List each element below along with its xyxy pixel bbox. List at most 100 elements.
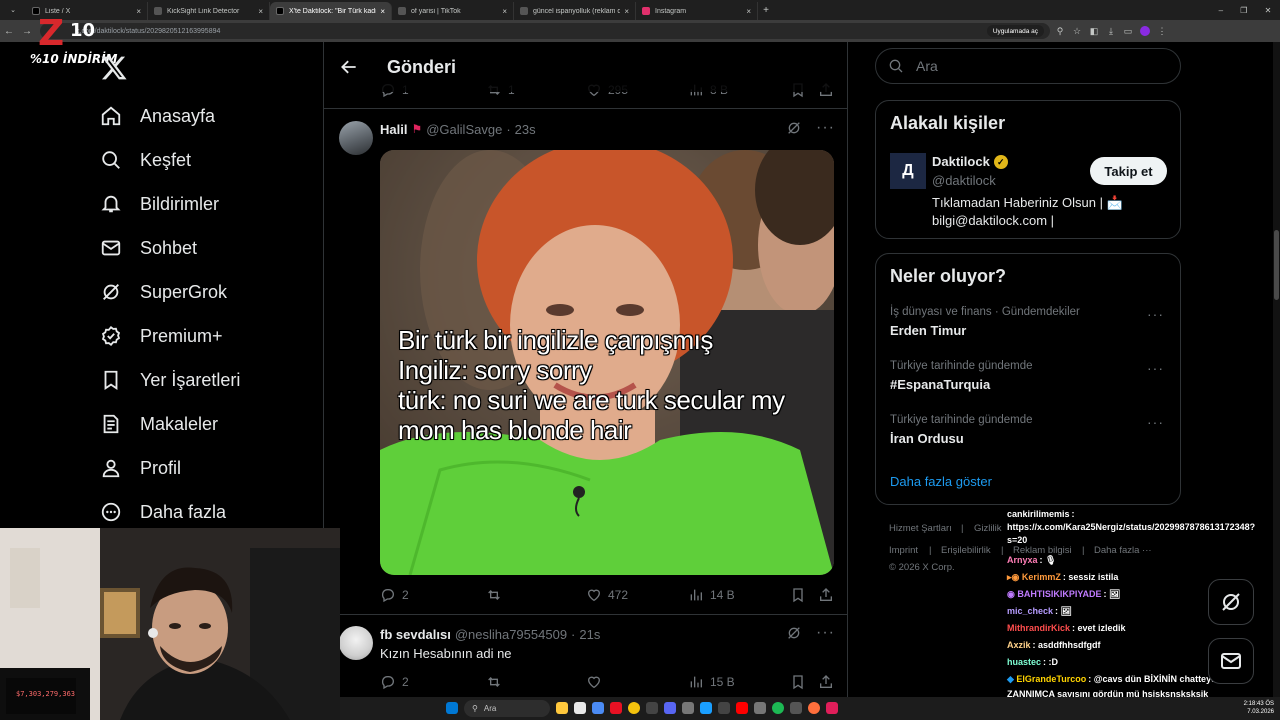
file-explorer-icon[interactable] [556, 702, 568, 714]
browser-tab-active[interactable]: X'te Daktilock: "Bir Türk kadın, Y × [270, 2, 392, 20]
steam-icon[interactable] [700, 702, 712, 714]
tab-search-icon[interactable]: ⌄ [0, 6, 26, 14]
youtube-icon[interactable] [736, 702, 748, 714]
reply-button[interactable]: 2 [380, 587, 486, 603]
follow-button[interactable]: Takip et [1090, 157, 1167, 185]
more-options-icon[interactable]: ··· [816, 120, 835, 136]
close-tab-icon[interactable]: × [746, 7, 751, 16]
views-button[interactable]: 14 B [688, 587, 790, 603]
avatar[interactable] [339, 121, 373, 155]
repost-button[interactable] [486, 587, 586, 603]
browser-tab[interactable]: of yarisi | TikTok × [392, 2, 514, 20]
footer-link-imprint[interactable]: Imprint [889, 545, 918, 556]
app-icon[interactable] [610, 702, 622, 714]
trend-item[interactable]: Türkiye tarihinde gündemde İran Ordusu ·… [890, 414, 1170, 446]
bookmark-icon[interactable] [790, 587, 806, 603]
author-name[interactable]: fb sevdalısı [380, 627, 451, 642]
close-tab-icon[interactable]: × [258, 7, 263, 16]
tweet-media-image[interactable]: Bir türk bir ingilizle çarpışmış Ingiliz… [380, 150, 834, 575]
tweet-time[interactable]: 21s [579, 627, 600, 642]
chrome-icon[interactable] [628, 702, 640, 714]
footer-link-terms[interactable]: Hizmet Şartları [889, 523, 952, 534]
menu-icon[interactable]: ⋮ [1155, 24, 1169, 38]
close-tab-icon[interactable]: × [502, 7, 507, 16]
zoom-icon[interactable]: ⚲ [1053, 24, 1067, 38]
close-tab-icon[interactable]: × [624, 7, 629, 16]
back-arrow-icon[interactable] [339, 57, 359, 77]
repost-button[interactable] [486, 674, 586, 690]
sidebar-icon[interactable]: ▭ [1121, 24, 1135, 38]
sidebar-item-bookmarks[interactable]: Yer İşaretleri [100, 360, 240, 400]
grok-floating-button[interactable] [1208, 579, 1254, 625]
author-name[interactable]: Halil [380, 122, 407, 137]
more-options-icon[interactable]: ··· [1147, 360, 1164, 376]
scrollbar-track[interactable] [1273, 42, 1280, 720]
new-tab-button[interactable]: + [758, 5, 774, 16]
reply-button[interactable]: 2 [380, 674, 486, 690]
messages-floating-button[interactable] [1208, 638, 1254, 684]
forward-nav-icon[interactable]: → [18, 26, 36, 37]
discord-icon[interactable] [664, 702, 676, 714]
taskbar-clock[interactable]: 2:18:43 ÖS 7.03.2026 [1244, 700, 1274, 716]
sidebar-item-articles[interactable]: Makaleler [100, 404, 218, 444]
share-icon[interactable] [818, 674, 834, 690]
x-logo-icon[interactable] [100, 54, 128, 82]
app-icon[interactable] [718, 702, 730, 714]
tweet-time[interactable]: 23s [515, 122, 536, 137]
url-field[interactable]: x.com/daktilock/status/20298205121639958… [40, 23, 1050, 39]
account-name[interactable]: Daktilock [932, 154, 990, 169]
app-icon[interactable] [646, 702, 658, 714]
trend-item[interactable]: Türkiye tarihinde gündemde #EspanaTurqui… [890, 360, 1170, 392]
close-window-icon[interactable]: ✕ [1265, 6, 1272, 15]
more-options-icon[interactable]: ··· [1147, 414, 1164, 430]
grok-icon[interactable] [786, 625, 802, 641]
profile-avatar-icon[interactable] [1138, 24, 1152, 38]
sidebar-item-explore[interactable]: Keşfet [100, 140, 191, 180]
footer-link-accessibility[interactable]: Erişilebilirlik [941, 545, 991, 556]
browser-tab[interactable]: güncel ispanyolluk (reklam de...× [514, 2, 636, 20]
windows-start-icon[interactable] [446, 702, 458, 714]
app-icon[interactable] [754, 702, 766, 714]
search-input[interactable]: Ara [875, 48, 1181, 84]
daktilock-avatar[interactable]: Д [890, 153, 926, 189]
download-icon[interactable]: ⤓ [1104, 24, 1118, 38]
show-more-link[interactable]: Daha fazla göster [890, 474, 992, 489]
open-in-app-button[interactable]: Uygulamada aç [986, 25, 1044, 37]
app-icon[interactable] [682, 702, 694, 714]
app-icon[interactable] [808, 702, 820, 714]
sidebar-item-premium[interactable]: Premium+ [100, 316, 223, 356]
app-icon[interactable] [790, 702, 802, 714]
author-handle[interactable]: @GalilSavge [426, 122, 502, 137]
copilot-icon[interactable] [592, 702, 604, 714]
minimize-icon[interactable]: – [1219, 6, 1223, 15]
close-tab-icon[interactable]: × [136, 7, 141, 16]
bookmark-icon[interactable] [790, 674, 806, 690]
sidebar-item-more[interactable]: Daha fazla [100, 492, 226, 532]
account-handle[interactable]: @daktilock [932, 173, 996, 188]
sidebar-item-supergrok[interactable]: SuperGrok [100, 272, 227, 312]
browser-tab[interactable]: KickSight Link Detector × [148, 2, 270, 20]
sidebar-item-chat[interactable]: Sohbet [100, 228, 197, 268]
back-nav-icon[interactable]: ← [0, 26, 18, 37]
trend-item[interactable]: İş dünyası ve finans · Gündemdekiler Erd… [890, 306, 1170, 338]
close-tab-icon[interactable]: × [380, 7, 385, 16]
more-options-icon[interactable]: ··· [1147, 306, 1164, 322]
avatar[interactable] [339, 626, 373, 660]
spotify-icon[interactable] [772, 702, 784, 714]
more-options-icon[interactable]: ··· [816, 625, 835, 641]
sidebar-item-profile[interactable]: Profil [100, 448, 181, 488]
grok-icon[interactable] [786, 120, 802, 136]
like-button[interactable]: 472 [586, 587, 688, 603]
share-icon[interactable] [818, 587, 834, 603]
scrollbar-thumb[interactable] [1274, 230, 1279, 300]
restore-icon[interactable]: ❐ [1240, 6, 1247, 15]
extension-icon[interactable]: ◧ [1087, 24, 1101, 38]
footer-link-more[interactable]: Daha fazla ··· [1094, 545, 1152, 556]
app-icon[interactable] [826, 702, 838, 714]
sidebar-item-notifications[interactable]: Bildirimler [100, 184, 219, 224]
author-handle[interactable]: @nesliha79554509 [455, 627, 567, 642]
notes-icon[interactable] [574, 702, 586, 714]
like-button[interactable] [586, 674, 688, 690]
sidebar-item-home[interactable]: Anasayfa [100, 96, 215, 136]
taskbar-search[interactable]: ⚲ Ara [464, 700, 550, 717]
